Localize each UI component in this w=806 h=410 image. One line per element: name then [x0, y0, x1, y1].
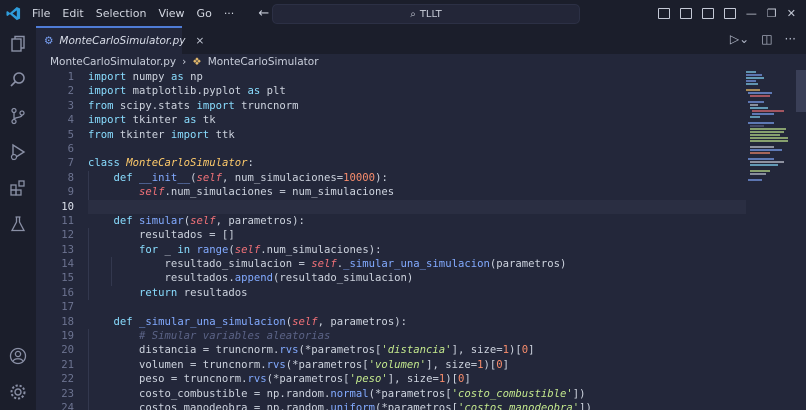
breadcrumb: MonteCarloSimulator.py › ❖ MonteCarloSim… — [36, 54, 806, 70]
code-line[interactable]: distancia = truncnorm.rvs(*parametros['d… — [88, 343, 746, 357]
code-line[interactable]: import numpy as np — [88, 70, 746, 84]
minimize-icon[interactable]: — — [746, 7, 757, 20]
code-line[interactable] — [88, 200, 746, 214]
title-bar: File Edit Selection View Go ··· ← → ⌕ TL… — [0, 0, 806, 26]
code-line[interactable]: def simular(self, parametros): — [88, 214, 746, 228]
chevron-right-icon: › — [182, 56, 187, 68]
activity-bar — [0, 26, 36, 410]
menu-view[interactable]: View — [152, 7, 190, 20]
explorer-icon[interactable] — [8, 34, 28, 54]
code-line[interactable]: class MonteCarloSimulator: — [88, 156, 746, 170]
line-number: 12 — [61, 229, 74, 242]
back-arrow-icon[interactable]: ← — [258, 6, 269, 21]
class-symbol-icon: ❖ — [192, 56, 202, 68]
menu-more[interactable]: ··· — [218, 7, 241, 20]
tab-label: MonteCarloSimulator.py — [59, 35, 186, 47]
code-line[interactable]: return resultados — [88, 286, 746, 300]
code-line[interactable]: resultado_simulacion = self._simular_una… — [88, 257, 746, 271]
toggle-panel-icon[interactable] — [679, 7, 692, 19]
source-control-icon[interactable] — [8, 106, 28, 126]
line-number: 19 — [61, 330, 74, 343]
vertical-scrollbar[interactable] — [796, 70, 806, 112]
breadcrumb-file[interactable]: MonteCarloSimulator.py — [50, 56, 176, 68]
run-and-debug-icon[interactable] — [8, 142, 28, 162]
code-line[interactable]: self.num_simulaciones = num_simulaciones — [88, 185, 746, 199]
code-line[interactable]: peso = truncnorm.rvs(*parametros['peso']… — [88, 372, 746, 386]
account-icon[interactable] — [8, 346, 28, 366]
search-label: TLLT — [419, 8, 442, 20]
line-number: 14 — [61, 258, 74, 271]
line-number: 21 — [61, 358, 74, 371]
menu-go[interactable]: Go — [191, 7, 218, 20]
line-number: 10 — [61, 200, 74, 213]
settings-gear-icon[interactable] — [8, 382, 28, 402]
code-line[interactable]: costos_manodeobra = np.random.uniform(*p… — [88, 401, 746, 410]
line-number: 20 — [61, 344, 74, 357]
menu-bar: File Edit Selection View Go ··· — [26, 7, 240, 20]
line-number: 22 — [61, 373, 74, 386]
code-line[interactable]: resultados = [] — [88, 228, 746, 242]
code-line[interactable]: for _ in range(self.num_simulaciones): — [88, 243, 746, 257]
python-file-icon: ⚙ — [44, 35, 54, 47]
line-number: 18 — [61, 315, 74, 328]
code-line[interactable]: def _simular_una_simulacion(self, parame… — [88, 315, 746, 329]
tab-montecarlosimulator[interactable]: ⚙ MonteCarloSimulator.py × — [36, 26, 204, 54]
menu-file[interactable]: File — [26, 7, 56, 20]
line-number: 11 — [61, 214, 74, 227]
code-line[interactable]: # Simular variables aleatorias — [88, 329, 746, 343]
toggle-secondary-sidebar-icon[interactable] — [701, 7, 714, 19]
line-number: 6 — [67, 142, 74, 155]
line-number: 16 — [61, 286, 74, 299]
code-line[interactable]: def __init__(self, num_simulaciones=1000… — [88, 171, 746, 185]
line-number: 15 — [61, 272, 74, 285]
line-number: 4 — [67, 114, 74, 127]
line-number: 7 — [67, 157, 74, 170]
code-line[interactable] — [88, 142, 746, 156]
menu-edit[interactable]: Edit — [56, 7, 89, 20]
code-editor[interactable]: 1 2 3 4 5 6 7 8 9 10 11 12 13 14 15 16 17 18 19 20 21 22 23 24 … — [36, 70, 806, 410]
line-number: 3 — [67, 99, 74, 112]
line-number: 24 — [61, 401, 74, 410]
code-line[interactable]: from tkinter import ttk — [88, 128, 746, 142]
line-number: 13 — [61, 243, 74, 256]
code-line[interactable]: resultados.append(resultado_simulacion) — [88, 271, 746, 285]
search-icon[interactable] — [8, 70, 28, 90]
line-number: 8 — [67, 171, 74, 184]
code-line[interactable]: costo_combustible = np.random.normal(*pa… — [88, 387, 746, 401]
line-number: 1 — [67, 71, 74, 83]
menu-selection[interactable]: Selection — [90, 7, 153, 20]
line-number: 2 — [67, 85, 74, 98]
vscode-logo-icon — [0, 0, 26, 26]
testing-flask-icon[interactable] — [8, 214, 28, 234]
extensions-icon[interactable] — [8, 178, 28, 198]
line-numbers: 1 2 3 4 5 6 7 8 9 10 11 12 13 14 15 16 17 18 19 20 21 22 23 24 — [36, 70, 74, 410]
code-line[interactable]: import matplotlib.pyplot as plt — [88, 84, 746, 98]
close-tab-icon[interactable]: × — [196, 35, 205, 47]
line-number: 23 — [61, 387, 74, 400]
search-icon: ⌕ — [410, 8, 416, 20]
breadcrumb-symbol[interactable]: MonteCarloSimulator — [208, 56, 319, 68]
split-editor-icon[interactable]: ◫ — [761, 32, 772, 46]
code-line[interactable]: import tkinter as tk — [88, 113, 746, 127]
code-line[interactable]: volumen = truncnorm.rvs(*parametros['vol… — [88, 358, 746, 372]
customize-layout-icon[interactable] — [723, 7, 736, 19]
editor-tab-bar: ⚙ MonteCarloSimulator.py × ▷⌄ ◫ ··· — [36, 26, 806, 54]
more-actions-icon[interactable]: ··· — [785, 32, 796, 46]
command-center-search[interactable]: ⌕ TLLT — [272, 4, 580, 24]
run-python-file-icon[interactable]: ▷⌄ — [730, 32, 749, 46]
line-number: 5 — [67, 128, 74, 141]
line-number: 9 — [67, 186, 74, 199]
minimap[interactable] — [744, 70, 794, 190]
code-line[interactable]: from scipy.stats import truncnorm — [88, 99, 746, 113]
code-lines: import numpy as np import matplotlib.pypl… — [88, 70, 746, 410]
line-number: 17 — [61, 301, 74, 314]
close-window-icon[interactable]: ✕ — [787, 7, 796, 20]
restore-icon[interactable]: ❐ — [767, 7, 777, 20]
code-line[interactable] — [88, 300, 746, 314]
toggle-primary-sidebar-icon[interactable] — [657, 7, 670, 19]
